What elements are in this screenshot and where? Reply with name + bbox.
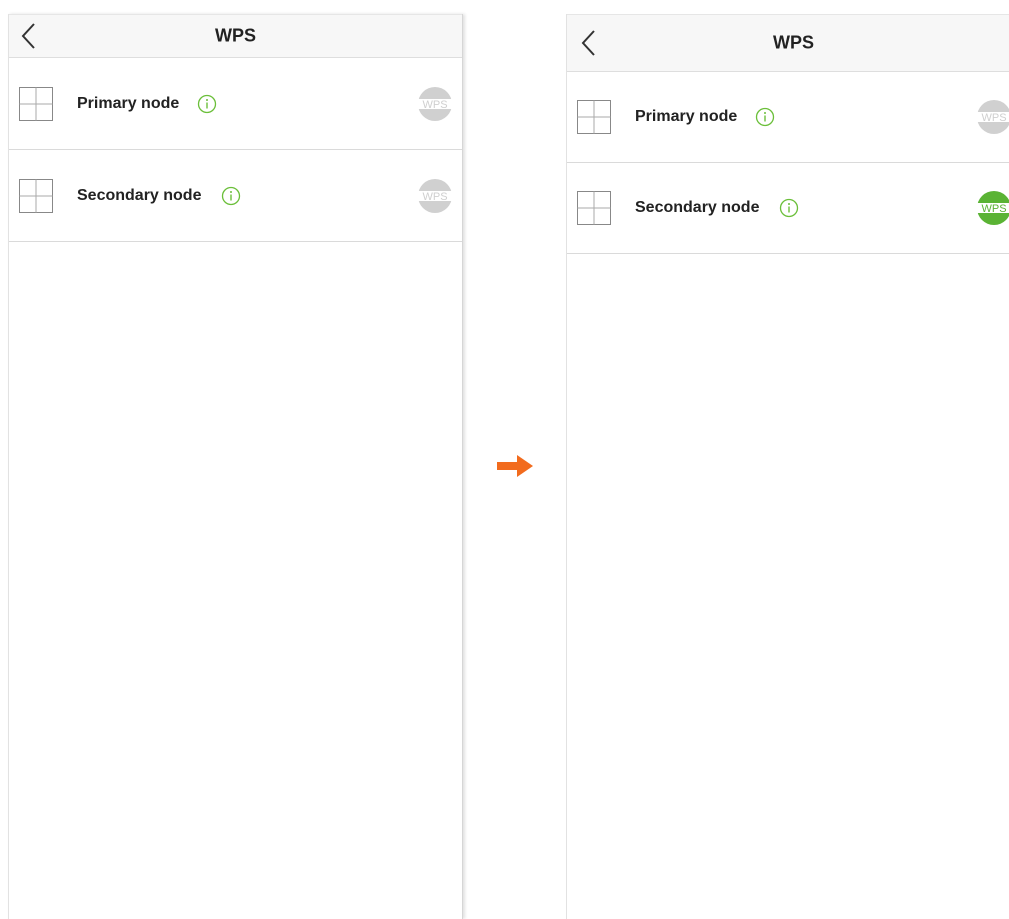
page-title: WPS <box>214 25 256 46</box>
node-label: Primary node <box>77 94 180 112</box>
info-icon[interactable] <box>221 186 241 206</box>
node-row-secondary: Secondary node WPS <box>9 150 462 242</box>
screen-before: WPS Primary node WPS Secondary node WPS <box>8 14 463 919</box>
node-device-icon <box>19 86 53 121</box>
nav-header: WPS <box>9 14 462 58</box>
wps-label: WPS <box>981 112 1006 124</box>
wps-button-icon[interactable]: WPS <box>417 86 453 122</box>
node-device-icon <box>577 100 611 134</box>
info-icon[interactable] <box>755 107 775 127</box>
wps-button-icon[interactable]: WPS <box>976 99 1009 135</box>
right-arrow-icon <box>497 455 533 477</box>
info-icon[interactable] <box>197 94 217 114</box>
node-device-icon <box>577 191 611 225</box>
page-title: WPS <box>773 32 815 53</box>
nav-header: WPS <box>567 14 1009 72</box>
wps-button-icon[interactable]: WPS <box>976 190 1009 226</box>
info-icon[interactable] <box>779 198 799 218</box>
node-label: Secondary node <box>77 186 202 204</box>
node-row-secondary: Secondary node WPS <box>567 163 1009 254</box>
wps-label: WPS <box>981 203 1006 215</box>
node-label: Primary node <box>635 108 738 125</box>
node-row-primary: Primary node WPS <box>9 58 462 150</box>
wps-label: WPS <box>422 99 447 111</box>
node-device-icon <box>19 178 53 213</box>
screen-after: WPS Primary node WPS Secondary node WPS <box>566 14 1009 919</box>
node-row-primary: Primary node WPS <box>567 72 1009 163</box>
node-label: Secondary node <box>635 199 760 216</box>
wps-button-icon[interactable]: WPS <box>417 178 453 214</box>
wps-label: WPS <box>422 191 447 203</box>
